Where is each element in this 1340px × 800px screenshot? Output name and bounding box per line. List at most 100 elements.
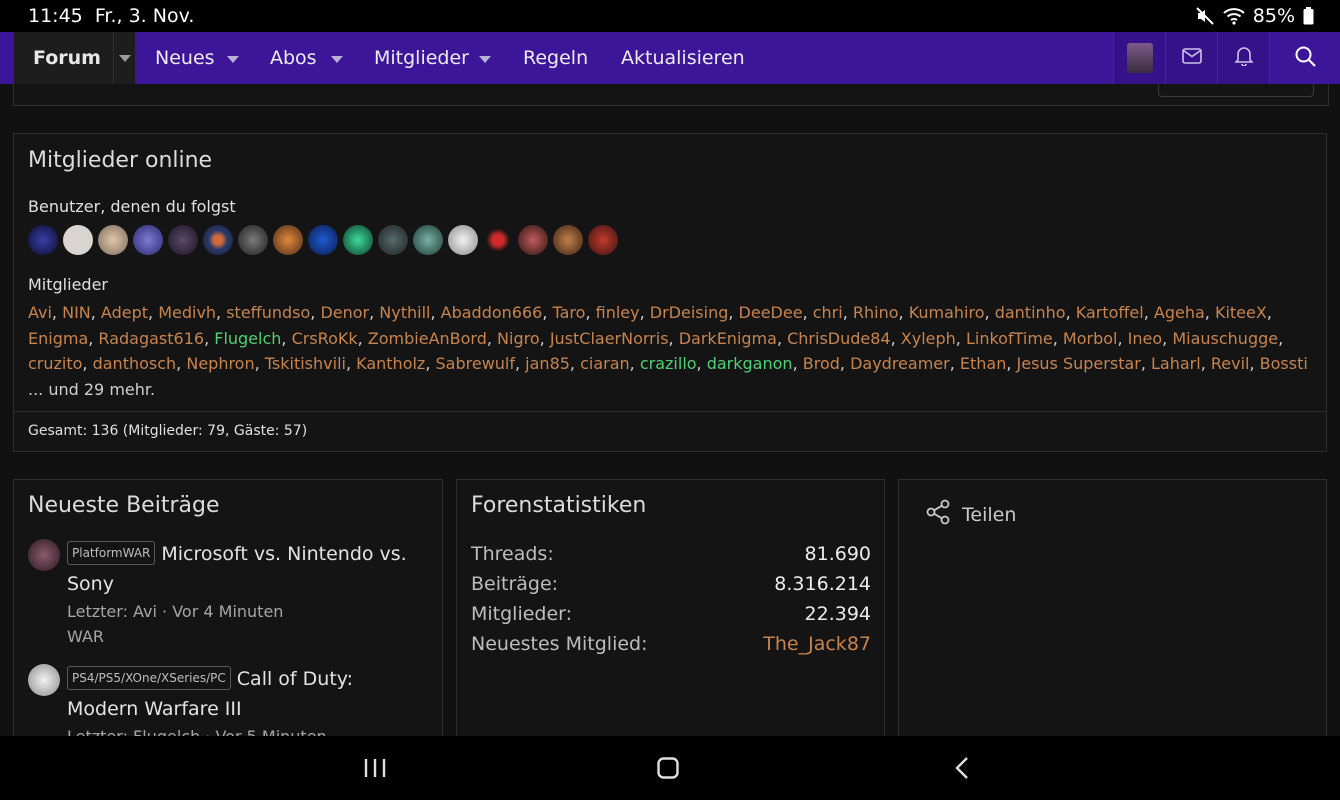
avatar[interactable]: [448, 225, 478, 255]
avatar[interactable]: [28, 539, 60, 571]
avatar[interactable]: [483, 225, 513, 255]
forum-menu-toggle[interactable]: [113, 32, 136, 84]
member-link[interactable]: chri: [813, 303, 843, 322]
more-members-link[interactable]: ... und 29 mehr.: [28, 380, 155, 399]
member-link[interactable]: Ineo: [1128, 329, 1163, 348]
nav-item-abos[interactable]: Abos: [270, 47, 317, 69]
member-link[interactable]: ZombieAnBord: [368, 329, 487, 348]
member-link[interactable]: DrDeising: [650, 303, 729, 322]
member-link[interactable]: ciaran: [580, 354, 630, 373]
account-button[interactable]: [1113, 32, 1165, 84]
thread-forum[interactable]: WAR: [67, 624, 427, 649]
avatar[interactable]: [273, 225, 303, 255]
avatar[interactable]: [308, 225, 338, 255]
separator: ,: [802, 303, 813, 322]
chevron-down-icon[interactable]: [331, 56, 343, 63]
latest-posts-title[interactable]: Neueste Beiträge: [28, 493, 219, 518]
thread-prefix[interactable]: PlatformWAR: [67, 541, 156, 565]
chevron-down-icon[interactable]: [227, 56, 239, 63]
avatar[interactable]: [98, 225, 128, 255]
member-link[interactable]: Kumahiro: [909, 303, 985, 322]
member-link[interactable]: NIN: [62, 303, 91, 322]
thread-meta[interactable]: Letzter: Avi · Vor 4 Minuten: [67, 599, 427, 624]
member-link[interactable]: finley: [596, 303, 640, 322]
previous-block-button[interactable]: [1158, 84, 1314, 97]
member-link[interactable]: cruzito: [28, 354, 82, 373]
nav-item-aktualisieren[interactable]: Aktualisieren: [621, 47, 745, 69]
member-link[interactable]: Abaddon666: [441, 303, 543, 322]
member-link[interactable]: Bossti: [1260, 354, 1308, 373]
avatar[interactable]: [588, 225, 618, 255]
chevron-down-icon[interactable]: [479, 56, 491, 63]
member-link[interactable]: Rhino: [853, 303, 899, 322]
share-button[interactable]: Teilen: [926, 499, 1016, 530]
member-link[interactable]: Nephron: [186, 354, 254, 373]
separator: ,: [345, 354, 357, 373]
separator: ,: [842, 303, 853, 322]
avatar[interactable]: [28, 225, 58, 255]
member-link[interactable]: Radagast616: [98, 329, 204, 348]
member-link[interactable]: Ethan: [960, 354, 1006, 373]
avatar[interactable]: [378, 225, 408, 255]
avatar[interactable]: [203, 225, 233, 255]
member-link[interactable]: jan85: [525, 354, 570, 373]
nav-item-mitglieder[interactable]: Mitglieder: [374, 47, 469, 69]
member-link[interactable]: Kantholz: [356, 354, 425, 373]
avatar[interactable]: [238, 225, 268, 255]
member-link[interactable]: Tskitishvili: [265, 354, 346, 373]
member-link[interactable]: LinkofTime: [966, 329, 1053, 348]
member-link[interactable]: Flugelch: [214, 329, 281, 348]
member-link[interactable]: Medivh: [158, 303, 216, 322]
member-link[interactable]: steffundso: [226, 303, 310, 322]
member-link[interactable]: Nythill: [379, 303, 430, 322]
member-link[interactable]: Daydreamer: [850, 354, 950, 373]
member-link[interactable]: Nigro: [497, 329, 540, 348]
member-link[interactable]: DeeDee: [739, 303, 803, 322]
back-icon[interactable]: [953, 754, 973, 786]
member-link[interactable]: Miauschugge: [1172, 329, 1278, 348]
home-icon[interactable]: [656, 754, 680, 786]
newest-member-link[interactable]: The_Jack87: [763, 633, 871, 655]
member-link[interactable]: Avi: [28, 303, 52, 322]
member-link[interactable]: Revil: [1211, 354, 1250, 373]
member-link[interactable]: KiteeX: [1215, 303, 1267, 322]
member-link[interactable]: crazillo: [640, 354, 697, 373]
avatar[interactable]: [133, 225, 163, 255]
avatar[interactable]: [413, 225, 443, 255]
avatar[interactable]: [553, 225, 583, 255]
member-link[interactable]: Enigma: [28, 329, 88, 348]
avatar[interactable]: [343, 225, 373, 255]
member-link[interactable]: Adept: [101, 303, 148, 322]
search-button[interactable]: [1269, 32, 1340, 84]
nav-item-neues[interactable]: Neues: [155, 47, 215, 69]
member-link[interactable]: Xyleph: [901, 329, 956, 348]
member-link[interactable]: darkganon: [707, 354, 793, 373]
member-link[interactable]: Laharl: [1151, 354, 1201, 373]
member-link[interactable]: danthosch: [93, 354, 177, 373]
member-link[interactable]: Sabrewulf: [436, 354, 516, 373]
member-link[interactable]: DarkEnigma: [679, 329, 777, 348]
member-link[interactable]: dantinho: [995, 303, 1066, 322]
member-link[interactable]: Denor: [320, 303, 369, 322]
member-link[interactable]: CrsRoKk: [292, 329, 358, 348]
avatar[interactable]: [28, 664, 60, 696]
thread-prefix[interactable]: PS4/PS5/XOne/XSeries/PC: [67, 666, 231, 690]
recent-apps-icon[interactable]: [363, 754, 387, 786]
alerts-button[interactable]: [1217, 32, 1269, 84]
members-online-title[interactable]: Mitglieder online: [28, 148, 212, 173]
member-link[interactable]: Kartoffel: [1076, 303, 1144, 322]
nav-forum-label[interactable]: Forum: [33, 47, 101, 69]
member-link[interactable]: Jesus Superstar: [1017, 354, 1141, 373]
avatar[interactable]: [63, 225, 93, 255]
avatar[interactable]: [168, 225, 198, 255]
member-link[interactable]: JustClaerNorris: [550, 329, 669, 348]
member-link[interactable]: ChrisDude84: [787, 329, 891, 348]
member-link[interactable]: Taro: [553, 303, 586, 322]
nav-item-regeln[interactable]: Regeln: [523, 47, 588, 69]
nav-tab-forum[interactable]: Forum: [14, 32, 135, 84]
member-link[interactable]: Ageha: [1154, 303, 1205, 322]
avatar[interactable]: [518, 225, 548, 255]
member-link[interactable]: Morbol: [1063, 329, 1118, 348]
member-link[interactable]: Brod: [803, 354, 840, 373]
inbox-button[interactable]: [1165, 32, 1217, 84]
